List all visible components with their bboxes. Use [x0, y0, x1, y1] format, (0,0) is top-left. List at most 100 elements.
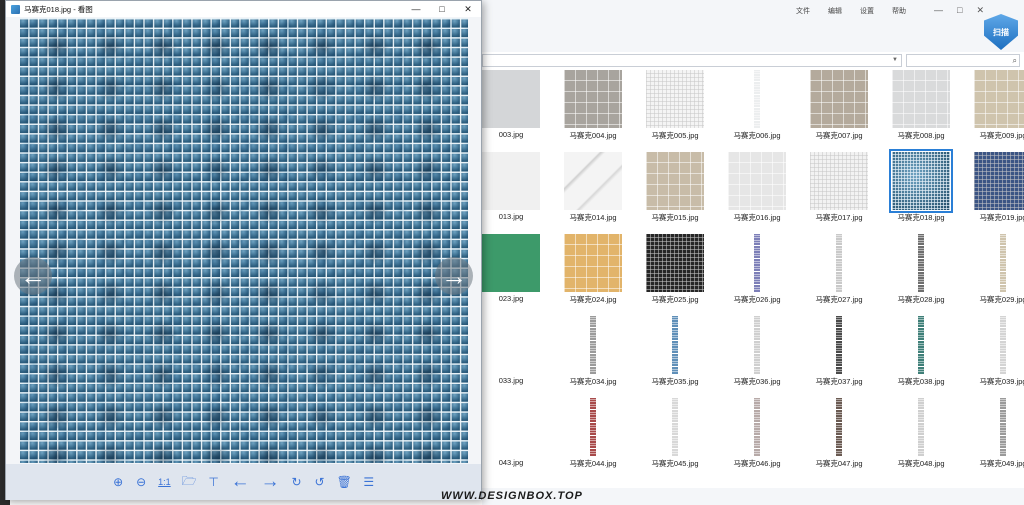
file-thumbnail[interactable]: 023.jpg — [482, 234, 552, 316]
actual-size-button[interactable]: 1:1 — [158, 477, 171, 487]
thumbnail-image — [646, 70, 704, 128]
file-thumbnail[interactable]: 033.jpg — [482, 316, 552, 398]
viewer-title-bar[interactable]: 马赛克018.jpg - 看图 — □ ✕ — [6, 1, 481, 17]
thumbnail-grid: 003.jpg 马赛克004.jpg 马赛克005.jpg 马赛克006.jpg 马赛克… — [482, 70, 1024, 490]
thumbnail-image — [482, 316, 540, 374]
file-thumbnail[interactable]: 马赛克027.jpg — [798, 234, 880, 316]
file-name: 马赛克044.jpg — [569, 459, 617, 468]
next-image-arrow-icon[interactable]: → — [435, 257, 473, 295]
explorer-top-bar: 文件 编辑 设置 帮助 — □ ✕ 扫描 — [482, 0, 1024, 52]
thumbnail-image — [482, 70, 540, 128]
file-thumbnail[interactable]: 003.jpg — [482, 70, 552, 152]
file-thumbnail[interactable]: 马赛克006.jpg — [716, 70, 798, 152]
file-thumbnail[interactable]: 马赛克014.jpg — [552, 152, 634, 234]
zoom-in-icon[interactable]: ⊕ — [112, 475, 124, 489]
file-name: 马赛克016.jpg — [733, 213, 781, 222]
file-thumbnail[interactable]: 马赛克034.jpg — [552, 316, 634, 398]
explorer-window-buttons: — □ ✕ — [934, 5, 984, 16]
thumbnail-strip — [754, 316, 760, 374]
thumbnail-strip — [836, 398, 842, 456]
minimize-button[interactable]: — — [403, 1, 429, 17]
file-thumbnail[interactable]: 马赛克036.jpg — [716, 316, 798, 398]
file-thumbnail[interactable]: 马赛克018.jpg — [880, 149, 962, 234]
file-thumbnail[interactable]: 马赛克015.jpg — [634, 152, 716, 234]
file-thumbnail[interactable]: 马赛克026.jpg — [716, 234, 798, 316]
thumbnail-image — [728, 152, 786, 210]
rotate-left-icon[interactable]: ↺ — [314, 475, 326, 489]
thumbnail-image — [974, 152, 1024, 210]
file-thumbnail[interactable]: 马赛克037.jpg — [798, 316, 880, 398]
file-name: 马赛克034.jpg — [569, 377, 617, 386]
menu-settings[interactable]: 设置 — [860, 6, 874, 16]
file-thumbnail[interactable]: 马赛克008.jpg — [880, 70, 962, 152]
file-name: 马赛克048.jpg — [897, 459, 945, 468]
slideshow-icon[interactable]: ⊤ — [208, 475, 220, 489]
thumbnail-strip — [1000, 316, 1006, 374]
menu-edit[interactable]: 编辑 — [828, 6, 842, 16]
address-bar[interactable]: ▼ — [482, 54, 902, 67]
file-thumbnail[interactable]: 马赛克046.jpg — [716, 398, 798, 480]
thumbnail-image — [564, 70, 622, 128]
thumbnail-image — [810, 316, 868, 374]
file-thumbnail[interactable]: 马赛克038.jpg — [880, 316, 962, 398]
file-thumbnail[interactable]: 043.jpg — [482, 398, 552, 480]
file-thumbnail[interactable]: 马赛克028.jpg — [880, 234, 962, 316]
menu-file[interactable]: 文件 — [796, 6, 810, 16]
scan-shield-badge[interactable]: 扫描 — [984, 14, 1018, 50]
file-thumbnail[interactable]: 马赛克016.jpg — [716, 152, 798, 234]
chevron-down-icon[interactable]: ▼ — [890, 56, 900, 65]
thumbnail-strip — [836, 316, 842, 374]
file-name: 马赛克037.jpg — [815, 377, 863, 386]
file-thumbnail[interactable]: 马赛克044.jpg — [552, 398, 634, 480]
file-thumbnail[interactable]: 马赛克007.jpg — [798, 70, 880, 152]
file-thumbnail[interactable]: 马赛克035.jpg — [634, 316, 716, 398]
file-thumbnail[interactable]: 马赛克019.jpg — [962, 152, 1024, 234]
thumbnail-strip — [672, 398, 678, 456]
maximize-button[interactable]: □ — [429, 1, 455, 17]
more-icon[interactable]: ☰ — [363, 475, 375, 489]
zoom-out-icon[interactable]: ⊖ — [135, 475, 147, 489]
thumbnail-image — [728, 234, 786, 292]
mosaic-image — [20, 18, 468, 463]
file-thumbnail[interactable]: 马赛克024.jpg — [552, 234, 634, 316]
explorer-maximize-button[interactable]: □ — [957, 5, 962, 16]
file-name: 马赛克014.jpg — [569, 213, 617, 222]
delete-icon[interactable]: 🗑 — [337, 475, 352, 489]
thumbnail-image — [892, 316, 950, 374]
file-name: 马赛克035.jpg — [651, 377, 699, 386]
file-thumbnail[interactable]: 马赛克009.jpg — [962, 70, 1024, 152]
close-button[interactable]: ✕ — [455, 1, 481, 17]
file-thumbnail[interactable]: 013.jpg — [482, 152, 552, 234]
thumbnail-image — [564, 234, 622, 292]
file-thumbnail[interactable]: 马赛克005.jpg — [634, 70, 716, 152]
file-thumbnail[interactable]: 马赛克025.jpg — [634, 234, 716, 316]
file-thumbnail[interactable]: 马赛克029.jpg — [962, 234, 1024, 316]
file-thumbnail[interactable]: 马赛克047.jpg — [798, 398, 880, 480]
thumbnail-image — [889, 149, 953, 213]
window-title: 马赛克018.jpg - 看图 — [24, 4, 93, 14]
file-thumbnail[interactable]: 马赛克048.jpg — [880, 398, 962, 480]
explorer-close-button[interactable]: ✕ — [976, 5, 984, 16]
file-thumbnail[interactable]: 马赛克045.jpg — [634, 398, 716, 480]
file-name: 马赛克028.jpg — [897, 295, 945, 304]
open-folder-icon[interactable]: 🗁 — [182, 472, 197, 493]
thumbnail-image — [892, 398, 950, 456]
search-input[interactable]: ⌕ — [906, 54, 1020, 67]
explorer-minimize-button[interactable]: — — [934, 5, 943, 16]
previous-image-arrow-icon[interactable]: ← — [14, 257, 52, 295]
thumbnail-strip — [754, 398, 760, 456]
next-icon[interactable]: → — [261, 471, 280, 493]
file-thumbnail[interactable]: 马赛克004.jpg — [552, 70, 634, 152]
previous-icon[interactable]: ← — [231, 471, 250, 493]
menu-help[interactable]: 帮助 — [892, 6, 906, 16]
file-thumbnail[interactable]: 马赛克017.jpg — [798, 152, 880, 234]
file-thumbnail[interactable]: 马赛克049.jpg — [962, 398, 1024, 480]
file-name: 马赛克017.jpg — [815, 213, 863, 222]
thumbnail-strip — [754, 234, 760, 292]
file-thumbnail[interactable]: 马赛克039.jpg — [962, 316, 1024, 398]
rotate-right-icon[interactable]: ↻ — [291, 475, 303, 489]
file-name: 马赛克004.jpg — [569, 131, 617, 140]
search-icon[interactable]: ⌕ — [1013, 56, 1017, 66]
thumbnail-strip — [918, 316, 924, 374]
viewer-toolbar: ⊕ ⊖ 1:1 🗁 ⊤ ← → ↻ ↺ 🗑 ☰ — [6, 464, 481, 500]
